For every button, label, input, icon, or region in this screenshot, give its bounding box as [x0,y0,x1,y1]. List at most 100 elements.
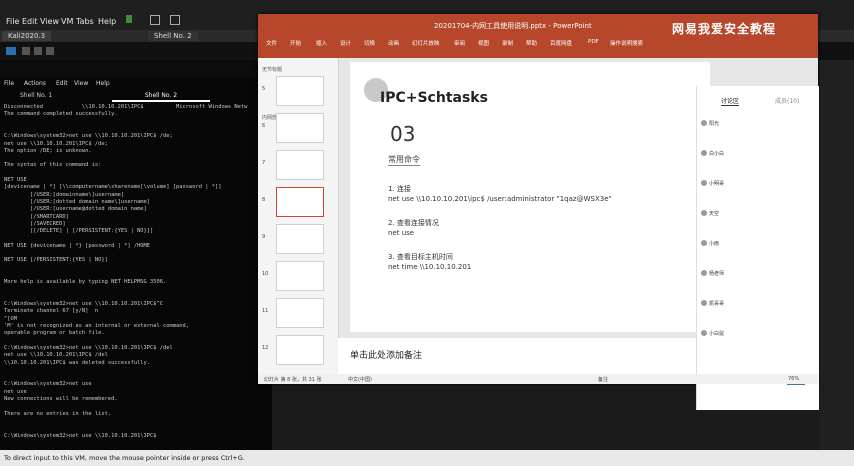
terminal-line: The command completed successfully. [4,111,118,118]
ribbon-tab-design[interactable]: 设计 [340,39,351,47]
chat-username: 杨老师 [709,271,725,277]
slide-thumbnail[interactable] [276,335,324,365]
ppt-window-title: 20201704-内网工具使用说明.pptx - PowerPoint [434,22,592,30]
terminal-icon[interactable] [34,47,42,55]
terminal-line: ^[OM [4,315,17,322]
thumbnail-pane[interactable]: 无节标题 内网部分 5 6 7 8 9 10 11 12 [258,58,339,374]
ribbon-tab-pdf[interactable]: PDF [588,39,599,45]
shell-tab-2[interactable]: Shell No. 2 [112,91,210,102]
chat-username: 白小白 [709,151,725,157]
thumb-number: 8 [262,197,266,203]
fullscreen-icon[interactable] [170,15,180,25]
chat-tab-members[interactable]: 成员(10) [775,96,799,105]
terminal-line: The syntax of this command is: [4,162,102,169]
thumb-number: 7 [262,160,266,166]
slide-thumbnail[interactable] [276,150,324,180]
ppt-status-bar: 幻灯片 第 8 张，共 31 张 中文(中国) 备注 76% [258,374,818,384]
shell-tab-bar: Shell No. 1 Shell No. 2 [0,90,272,102]
ribbon-tab-help[interactable]: 帮助 [526,39,537,47]
vm-status-text: To direct input to this VM, move the mou… [4,454,245,462]
slide-thumbnail[interactable] [276,76,324,106]
browser-icon[interactable] [46,47,54,55]
vm-tab-shell2[interactable]: Shell No. 2 [148,31,198,41]
slide-number-big: 03 [390,122,416,146]
vm-menu-vm[interactable]: VM [61,17,73,26]
term-menu-view[interactable]: View [74,80,88,89]
terminal-window[interactable]: File Actions Edit View Help Shell No. 1 … [0,78,272,450]
notes-toggle[interactable]: 备注 [598,376,608,383]
terminal-line: More help is available by typing NET HEL… [4,279,167,286]
terminal-line: NET USE [/PERSISTENT:{YES | NO}] [4,257,108,264]
chat-username: 阳光 [709,121,720,127]
term-menu-edit[interactable]: Edit [56,80,68,89]
slide-thumbnail[interactable] [276,224,324,254]
avatar [701,150,707,156]
slide-item: net use \\10.10.10.201\ipc$ /user:admini… [388,195,612,203]
ribbon-tab-animations[interactable]: 动画 [388,39,399,47]
chat-tab-discussion[interactable]: 讨论区 [721,96,740,106]
terminal-line: operable program or batch file. [4,330,105,337]
ribbon-tab-baidu[interactable]: 百度网盘 [550,39,572,47]
vm-menu-tabs[interactable]: Tabs [76,17,94,26]
vm-menu-view[interactable]: View [40,17,59,26]
ppt-ribbon: 文件 开始 插入 设计 切换 动画 幻灯片放映 审阅 视图 录制 帮助 百度网盘… [258,36,818,58]
terminal-line: net use \\10.10.10.201\IPC$ /de; [4,140,108,147]
watermark-title: 网易我爱安全教程 [672,22,777,36]
play-icon[interactable] [126,15,132,23]
slide-item: 2. 查看连接情况 [388,219,439,227]
terminal-line: NET USE {devicename | *} [password | *] … [4,242,151,249]
ribbon-tab-review[interactable]: 审阅 [454,39,465,47]
chat-username: 凯哥哥 [709,301,725,307]
ribbon-tab-view[interactable]: 视图 [478,39,489,47]
thumb-number: 5 [262,86,266,92]
notes-placeholder: 单击此处添加备注 [350,351,423,361]
terminal-line: NET USE [4,177,27,183]
terminal-line: [/USER:[dotted domain name\]username] [4,198,151,205]
ribbon-tab-insert[interactable]: 插入 [316,39,327,47]
terminal-line: C:\Windows\system32>net use [4,381,92,388]
terminal-line: [/USER:[domainname\]username] [4,191,125,198]
ribbon-tab-home[interactable]: 开始 [290,39,301,47]
vm-status-bar: To direct input to this VM, move the mou… [0,450,854,466]
terminal-line: C:\Windows\system32>net use \\10.10.10.2… [4,344,173,351]
terminal-line: C:\Windows\system32>net use \\10.10.10.2… [4,301,164,308]
kali-panel [0,60,270,78]
terminal-line: \\10.10.10.201\IPC$ was deleted successf… [4,359,151,366]
slide-thumbnail[interactable] [276,261,324,291]
vm-menu-help[interactable]: Help [98,17,116,26]
shell-tab-1[interactable]: Shell No. 1 [20,91,52,100]
slide-thumbnail[interactable] [276,113,324,143]
zoom-level[interactable]: 76% [788,376,799,382]
thumb-number: 9 [262,234,266,240]
thumb-number: 6 [262,123,266,129]
vm-tab-kali[interactable]: Kali2020.3 [2,31,52,41]
terminal-line: [/SAVECRED] [4,220,66,227]
slide-item: net use [388,229,415,237]
terminal-line: C:\Windows\system32>net use \\10.10.10.2… [4,432,157,439]
terminal-line: 'M' is not recognized as an internal or … [4,323,189,329]
ribbon-tab-transitions[interactable]: 切换 [364,39,375,47]
kali-menu-icon[interactable] [6,47,16,55]
vm-menu-file[interactable]: File [6,17,19,26]
section-label: 无节标题 [262,67,283,73]
files-icon[interactable] [22,47,30,55]
ribbon-search[interactable]: 操作说明搜索 [610,39,643,47]
avatar [701,120,707,126]
ribbon-tab-record[interactable]: 录制 [502,39,513,47]
term-menu-help[interactable]: Help [96,80,110,89]
avatar [701,240,707,246]
terminal-line: net use \\10.10.10.201\IPC$ /del [4,352,108,359]
terminal-line: [[/DELETE] | [/PERSISTENT:{YES | NO}]] [4,228,154,235]
avatar [701,210,707,216]
term-menu-file[interactable]: File [4,80,14,89]
vm-menu-edit[interactable]: Edit [22,17,38,26]
term-menu-actions[interactable]: Actions [24,80,46,89]
powerpoint-window: 20201704-内网工具使用说明.pptx - PowerPoint 文件 开… [258,14,819,410]
slide-thumbnail[interactable] [276,298,324,328]
ribbon-tab-file[interactable]: 文件 [266,39,277,47]
ribbon-tab-slideshow[interactable]: 幻灯片放映 [412,39,440,47]
snapshot-icon[interactable] [150,15,160,25]
avatar [701,300,707,306]
slide-thumbnail[interactable] [276,187,324,217]
slide-canvas[interactable]: IPC+Schtasks 03 常用命令 1. 连接 net use \\10.… [350,62,710,332]
